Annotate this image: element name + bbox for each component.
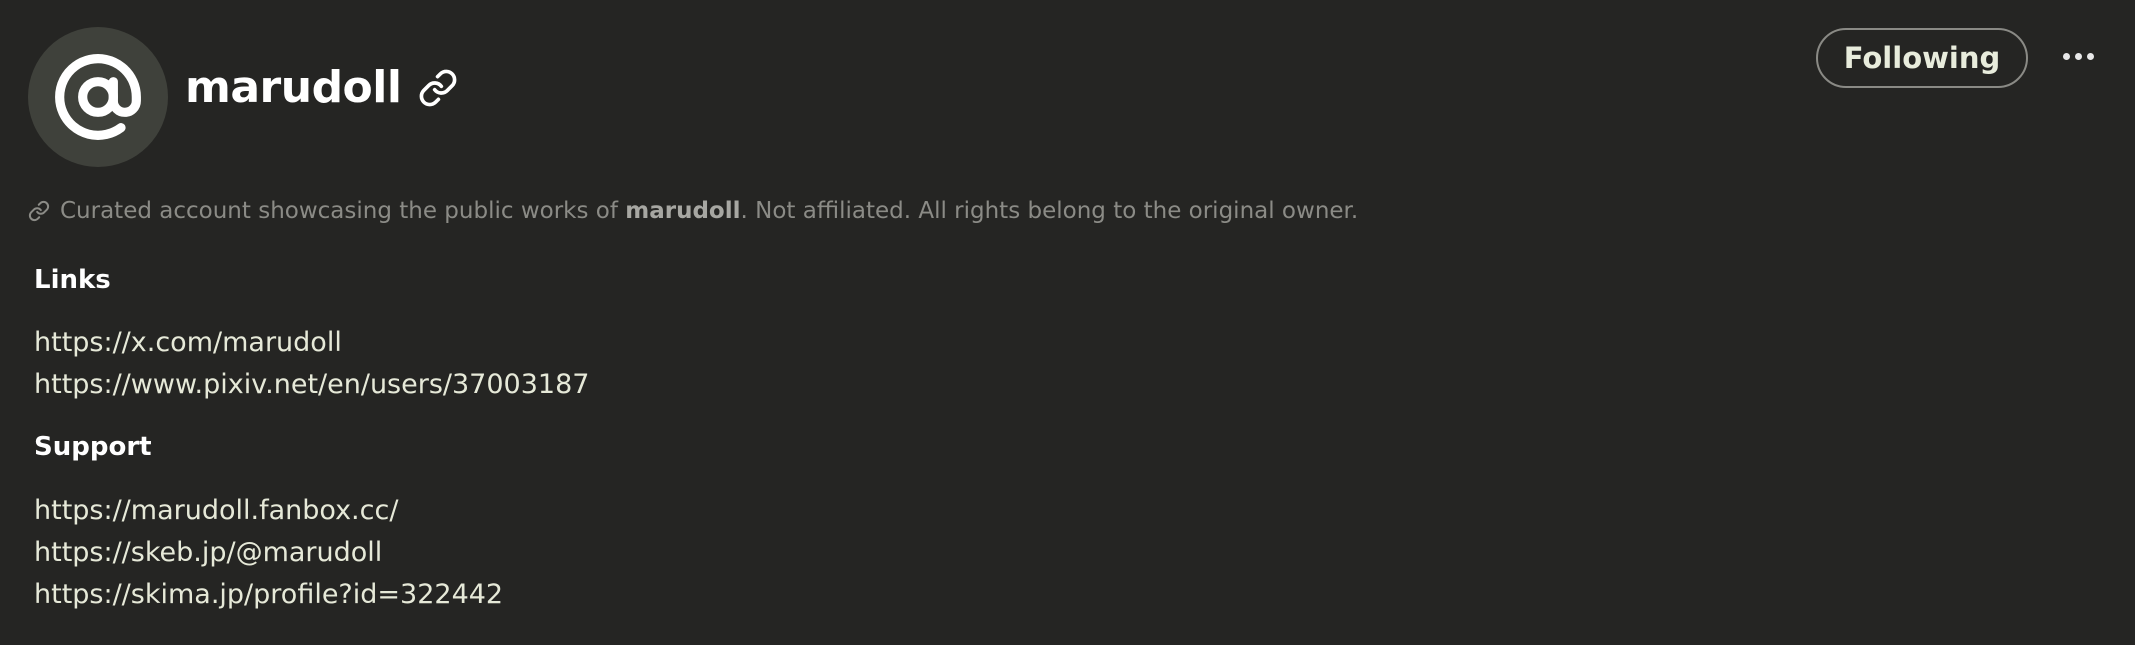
avatar[interactable]: [28, 27, 168, 167]
support-section-title: Support: [34, 432, 152, 462]
username-row: marudoll: [185, 66, 459, 110]
more-horizontal-icon: [2062, 52, 2070, 60]
following-button[interactable]: Following: [1816, 28, 2028, 88]
link-icon: [28, 200, 50, 222]
link-fanbox[interactable]: https://marudoll.fanbox.cc/: [34, 495, 398, 526]
link-pixiv[interactable]: https://www.pixiv.net/en/users/37003187: [34, 369, 589, 400]
username: marudoll: [185, 62, 402, 113]
links-section-title: Links: [34, 265, 111, 295]
more-options-button[interactable]: [2058, 40, 2098, 72]
disclaimer-owner-name: marudoll: [625, 198, 741, 224]
link-x[interactable]: https://x.com/marudoll: [34, 327, 342, 358]
disclaimer: Curated account showcasing the public wo…: [28, 198, 1358, 224]
disclaimer-text: Curated account showcasing the public wo…: [60, 198, 1359, 224]
link-icon[interactable]: [417, 67, 459, 109]
link-skeb[interactable]: https://skeb.jp/@marudoll: [34, 537, 382, 568]
at-sign-icon: [55, 54, 141, 140]
profile-header: marudoll Following Curated account showc…: [0, 0, 2135, 645]
link-skima[interactable]: https://skima.jp/profile?id=322442: [34, 579, 503, 610]
